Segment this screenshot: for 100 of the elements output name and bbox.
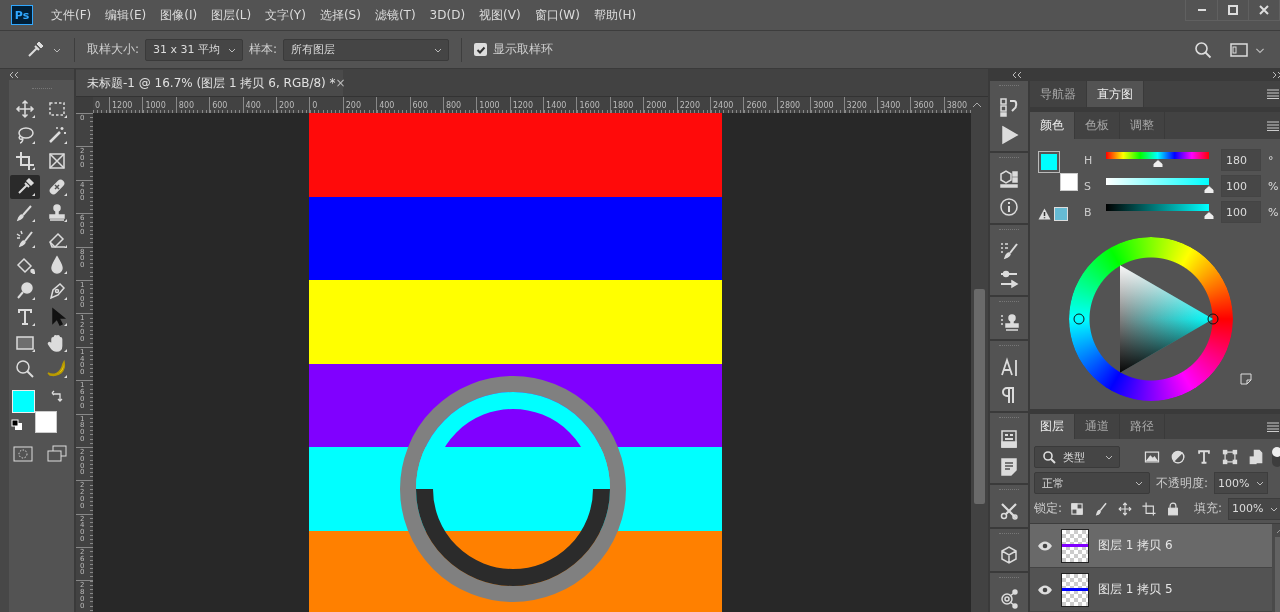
screen-mode-icon[interactable] — [46, 443, 68, 465]
quick-mask-icon[interactable] — [12, 443, 34, 465]
stamp-list-icon[interactable] — [998, 312, 1020, 334]
blend-mode-dropdown[interactable]: 正常 — [1034, 472, 1150, 494]
tools-icon[interactable] — [998, 500, 1020, 522]
layout-icon[interactable] — [998, 428, 1020, 450]
eyedropper-icon[interactable] — [10, 175, 40, 199]
menu-item[interactable]: 图层(L) — [205, 6, 258, 24]
gamut-swatch-icon[interactable] — [1054, 207, 1068, 221]
scroll-up-icon[interactable] — [971, 100, 983, 110]
menu-item[interactable]: 选择(S) — [313, 6, 367, 24]
channel-unit: % — [1268, 205, 1279, 219]
filter-toggle[interactable] — [1272, 447, 1280, 468]
layer-row[interactable]: 图层 1 拷贝 6 — [1030, 524, 1273, 568]
menu-item[interactable]: 帮助(H) — [587, 6, 643, 24]
panel-tab[interactable]: 通道 — [1075, 414, 1120, 439]
ruler-label: 400 — [378, 101, 395, 110]
ruler-label: 3000 — [812, 101, 834, 110]
workspace-icon[interactable] — [1230, 41, 1248, 58]
info-icon[interactable] — [998, 196, 1020, 218]
panel-tab[interactable]: 路径 — [1120, 414, 1165, 439]
background-color-swatch[interactable] — [1060, 173, 1078, 191]
ruler-label: 3600 — [912, 101, 934, 110]
swap-icon[interactable] — [51, 390, 63, 402]
menu-item[interactable]: 窗口(W) — [528, 6, 586, 24]
background-color-swatch[interactable] — [35, 411, 57, 433]
fill-field[interactable]: 100% — [1228, 497, 1280, 520]
panel-menu-icon[interactable] — [1266, 421, 1280, 432]
ruler-label: 400 — [244, 101, 261, 110]
brush-list-icon[interactable] — [998, 240, 1020, 262]
document-tab[interactable]: 未标题-1 @ 16.7% (图层 1 拷贝 6, RGB/8) *× — [76, 70, 343, 96]
ruler-label: 2600 — [745, 101, 767, 110]
ruler-label: 1600 — [578, 101, 600, 110]
color-marker-icon[interactable] — [1207, 313, 1219, 325]
ruler-label: 2200 — [678, 101, 700, 110]
sliders-icon[interactable] — [998, 268, 1020, 290]
resize-icon[interactable] — [1240, 373, 1252, 385]
ruler-label: 600 — [211, 101, 228, 110]
menu-item[interactable]: 文字(Y) — [259, 6, 312, 24]
panel-tab[interactable]: 颜色 — [1030, 112, 1075, 139]
search-icon — [1042, 450, 1056, 465]
color-triangle[interactable] — [1120, 265, 1213, 373]
default-colors-icon[interactable] — [11, 419, 23, 431]
ruler-label: 1200 — [111, 101, 133, 110]
filter-dropdown[interactable]: 类型 — [1034, 446, 1120, 469]
menu-item[interactable]: 视图(V) — [473, 6, 527, 24]
show-ring-label: 显示取样环 — [493, 41, 554, 58]
history-icon[interactable] — [998, 96, 1020, 118]
maximize-icon — [1227, 4, 1239, 16]
channel-label: B — [1083, 205, 1093, 219]
channel-label: S — [1083, 179, 1092, 193]
move-icon[interactable] — [1117, 500, 1134, 517]
panel-tab[interactable]: 调整 — [1120, 112, 1165, 139]
checkerboard-icon[interactable] — [1069, 500, 1086, 517]
note-icon[interactable] — [998, 456, 1020, 478]
collapse-icon[interactable] — [9, 71, 19, 78]
expand-icon[interactable] — [1272, 72, 1280, 78]
transform-icon[interactable] — [1221, 448, 1240, 467]
artboard-icon[interactable] — [1141, 500, 1158, 517]
menu-item[interactable]: 滤镜(T) — [368, 6, 422, 24]
panel-tab[interactable]: 图层 — [1030, 414, 1075, 439]
panel-menu-icon[interactable] — [1266, 120, 1280, 131]
slider-thumb[interactable] — [1203, 184, 1215, 194]
menu-item[interactable]: 编辑(E) — [99, 6, 153, 24]
panel-menu-icon[interactable] — [1266, 89, 1280, 99]
menu-item[interactable]: 图像(I) — [154, 6, 204, 24]
sample-size-dropdown[interactable]: 31 x 31 平均 — [145, 38, 244, 61]
search-icon[interactable] — [1194, 40, 1212, 59]
checkbox[interactable] — [474, 43, 488, 56]
foreground-color-swatch[interactable] — [1039, 152, 1059, 172]
tab-close-button[interactable]: × — [335, 76, 346, 90]
ruler-label: 800 — [444, 101, 462, 110]
panel-tab[interactable]: 色板 — [1075, 112, 1120, 139]
sample-dropdown[interactable]: 所有图层 — [283, 38, 450, 61]
channel-label: H — [1083, 153, 1094, 167]
menu-item[interactable]: 文件(F) — [45, 6, 98, 24]
close-icon — [1258, 4, 1270, 16]
ruler-label: 3400 — [879, 101, 901, 110]
hue-marker-icon[interactable] — [1073, 313, 1085, 325]
ruler-label: 1400 — [545, 101, 567, 110]
slider-thumb[interactable] — [1203, 210, 1215, 220]
letter-a-icon[interactable] — [998, 356, 1020, 378]
minimize-icon — [1197, 9, 1206, 11]
channel-value-field[interactable]: 100 — [1221, 175, 1261, 197]
ruler-label: 0 — [94, 101, 101, 110]
channel-value-field[interactable]: 100 — [1221, 201, 1261, 223]
ruler-label: 1000 — [478, 101, 500, 110]
ruler-label: 200 — [277, 101, 295, 110]
ruler-label: 2000 — [645, 101, 667, 110]
network-icon[interactable] — [998, 588, 1020, 610]
scrollbar-thumb[interactable] — [974, 289, 985, 504]
channel-value-field[interactable]: 180 — [1221, 149, 1261, 171]
cube-outline-icon[interactable] — [998, 544, 1020, 566]
menu-item[interactable]: 3D(D) — [423, 8, 472, 22]
panel-tab[interactable]: 直方图 — [1087, 81, 1144, 107]
warning-icon[interactable] — [1038, 208, 1051, 220]
opacity-field[interactable]: 100% — [1214, 472, 1269, 494]
cube-icon[interactable] — [998, 168, 1020, 190]
collapse-icon[interactable] — [1012, 72, 1022, 78]
channel-unit: % — [1268, 179, 1279, 193]
